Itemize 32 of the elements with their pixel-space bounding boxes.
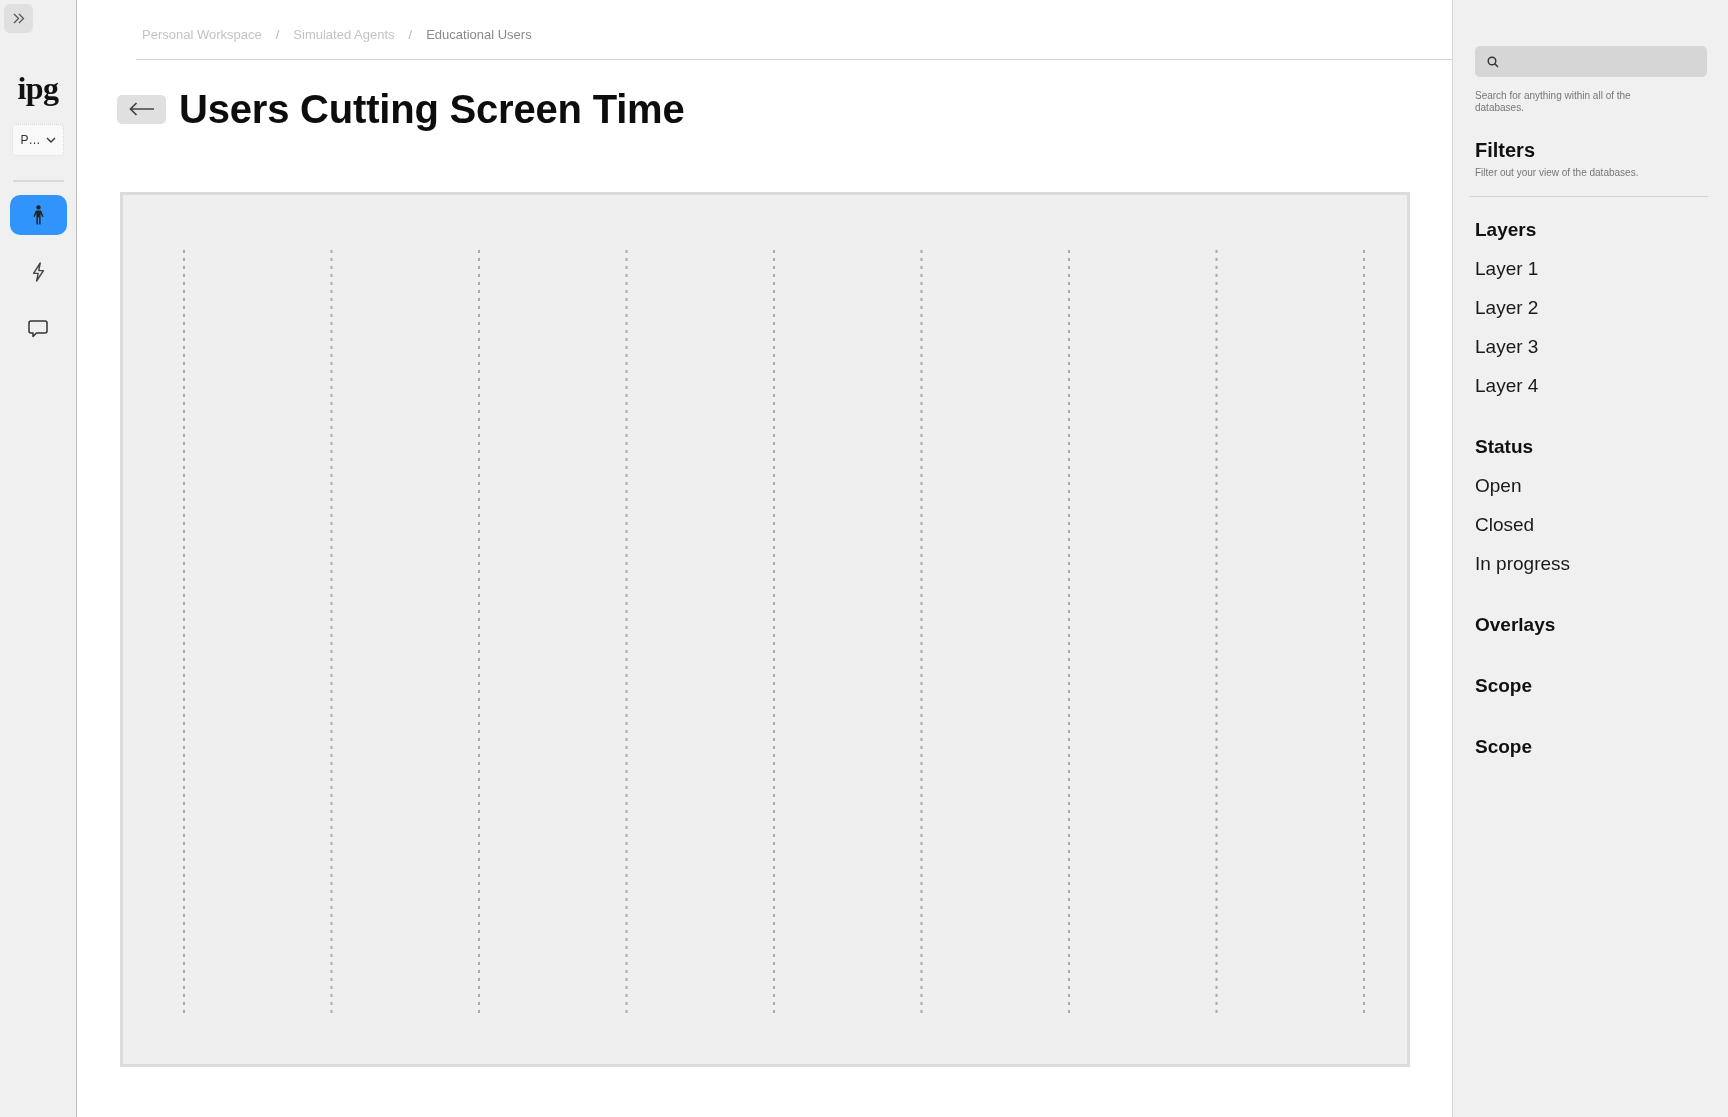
filter-option[interactable]: Closed	[1475, 505, 1535, 544]
person-icon	[32, 205, 44, 225]
chevron-down-icon	[45, 137, 56, 143]
filter-option[interactable]: Layer 1	[1475, 249, 1539, 288]
back-button[interactable]	[117, 94, 166, 124]
filter-section-heading: Layers	[1475, 218, 1537, 242]
page-title: Users Cutting Screen Time	[179, 86, 685, 132]
breadcrumb-link[interactable]: Educational Users	[426, 27, 532, 42]
filters-heading: Filters	[1475, 138, 1537, 162]
filter-option[interactable]: Layer 4	[1475, 366, 1539, 405]
logo: ipg	[17, 72, 59, 104]
filter-option[interactable]: In progress	[1475, 544, 1571, 583]
sidebar-nav-button[interactable]	[9, 195, 67, 235]
filter-section-heading: Status	[1475, 435, 1534, 459]
breadcrumb-separator: /	[275, 27, 280, 42]
chat-bubble-icon	[28, 320, 48, 338]
double-chevron-right-icon	[12, 13, 25, 24]
filters-description: Filter out your view of the databases.	[1475, 167, 1640, 179]
search-help-text: Search for anything within all of the databases.	[1475, 90, 1632, 114]
search-field[interactable]	[1475, 46, 1707, 77]
workspace-dropdown[interactable]: P…	[12, 124, 64, 156]
search-icon	[1487, 55, 1499, 68]
left-arrow-icon	[128, 102, 155, 116]
filter-option[interactable]: Layer 2	[1475, 288, 1539, 327]
filter-option[interactable]: Layer 3	[1475, 327, 1539, 366]
filter-section-heading: Overlays	[1475, 613, 1556, 637]
expand-button[interactable]	[4, 4, 33, 33]
filter-section-heading: Scope	[1475, 674, 1533, 698]
breadcrumb-separator: /	[408, 27, 413, 42]
filter-option[interactable]: Open	[1475, 466, 1522, 505]
lightning-icon	[31, 262, 45, 282]
filter-section-heading: Scope	[1475, 735, 1533, 759]
